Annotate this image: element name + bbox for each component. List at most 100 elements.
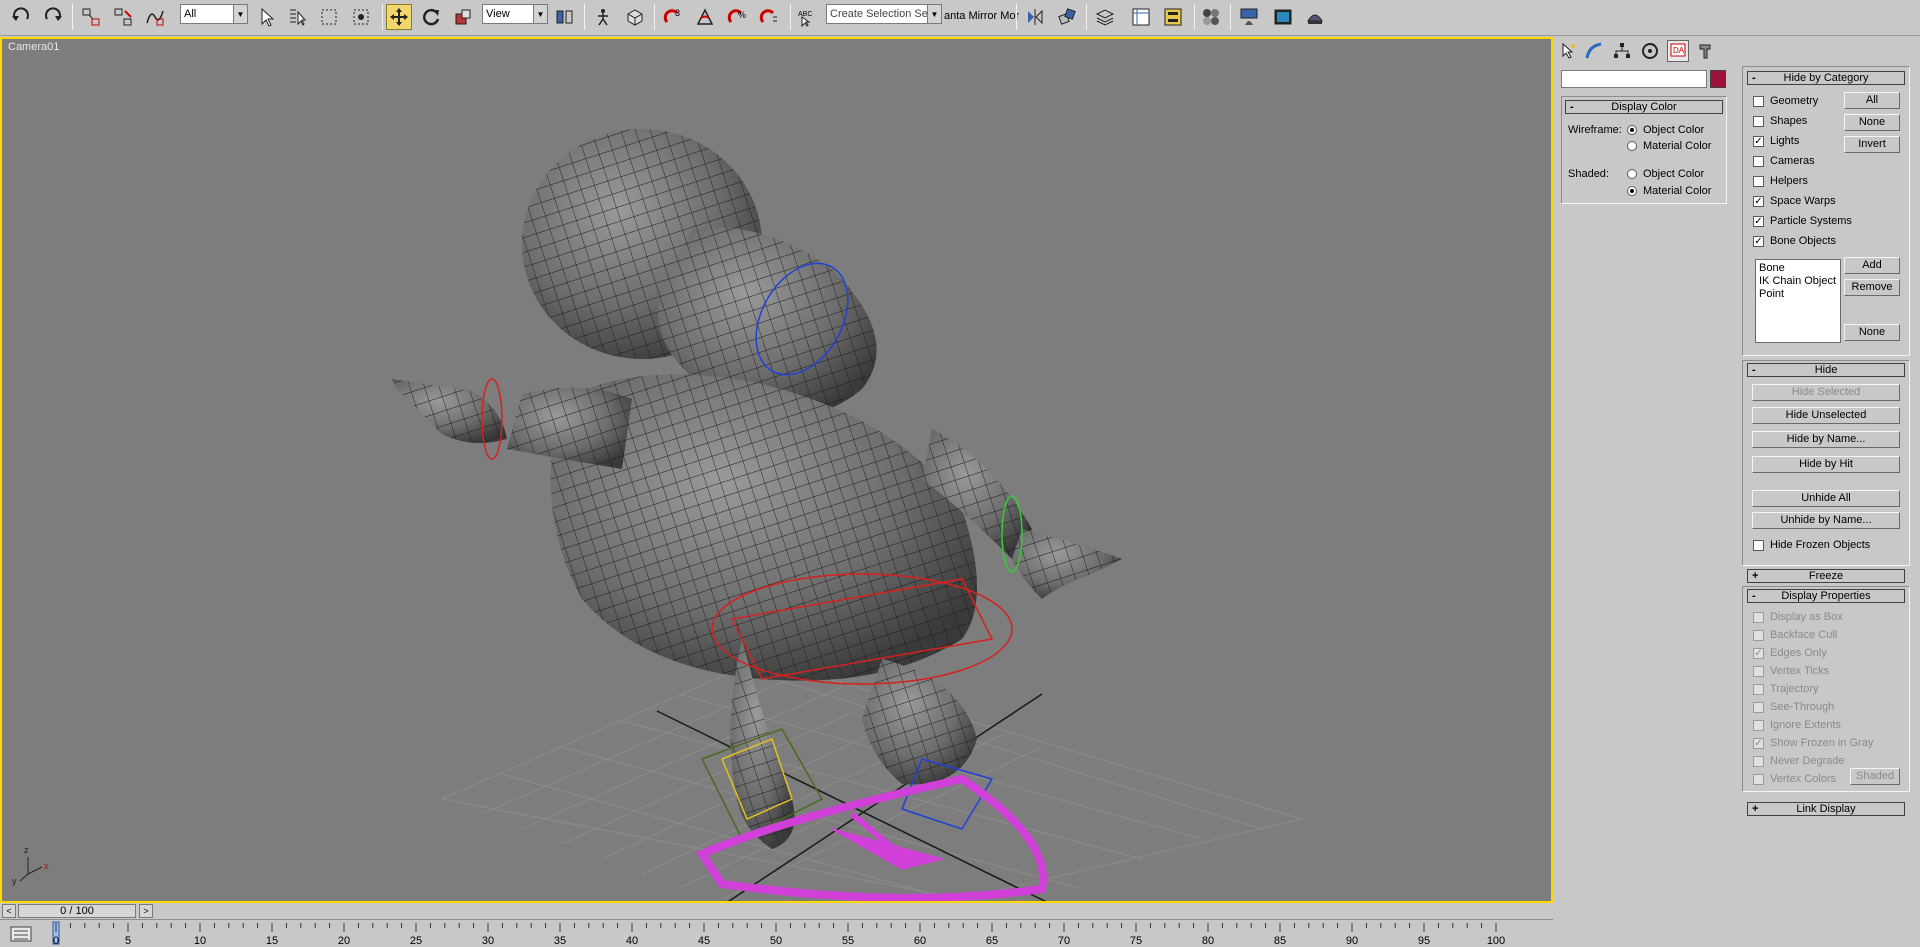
utilities-tab-icon[interactable] [1695,40,1717,62]
track-bar[interactable]: 0 5 10 15 20 25 30 35 40 45 50 55 60 65 70 75 80 85 90 95 10… [0,919,1553,947]
window-crossing-icon[interactable] [348,4,374,30]
hide-unselected-button[interactable]: Hide Unselected [1752,407,1900,424]
shaded-material-color-label[interactable]: Material Color [1643,185,1711,197]
list-item[interactable]: IK Chain Object [1759,275,1837,288]
rect-region-icon[interactable] [316,4,342,30]
category-checkbox[interactable]: ✓ [1753,196,1764,207]
wireframe-object-color-radio[interactable] [1627,125,1637,135]
hide-frozen-checkbox[interactable] [1753,540,1764,551]
reference-coordinate-dropdown[interactable]: View ▼ [482,4,548,24]
align-icon[interactable] [1054,4,1080,30]
category-label[interactable]: Bone Objects [1770,235,1836,247]
category-checkbox[interactable]: ✓ [1753,216,1764,227]
display-property-checkbox[interactable] [1753,756,1764,767]
display-property-checkbox[interactable] [1753,684,1764,695]
category-label[interactable]: Helpers [1770,175,1808,187]
display-tab-icon[interactable]: DA [1667,40,1689,62]
category-checkbox[interactable] [1753,96,1764,107]
shaded-material-color-radio[interactable] [1627,186,1637,196]
named-selection-icon[interactable]: ABC [794,4,820,30]
display-property-label[interactable]: Display as Box [1770,611,1843,623]
display-property-checkbox[interactable]: ✓ [1753,648,1764,659]
snap-3d-icon[interactable]: 3 [660,4,686,30]
display-property-label[interactable]: Vertex Ticks [1770,665,1829,677]
display-property-checkbox[interactable]: ✓ [1753,738,1764,749]
wireframe-material-color-label[interactable]: Material Color [1643,140,1711,152]
remove-button[interactable]: Remove [1844,279,1900,296]
hide-header[interactable]: - Hide [1747,363,1905,377]
select-by-name-icon[interactable] [284,4,310,30]
quick-render-icon[interactable] [1302,4,1328,30]
display-property-label[interactable]: See-Through [1770,701,1834,713]
motion-tab-icon[interactable] [1639,40,1661,62]
select-link-icon[interactable] [78,4,104,30]
selection-set-dropdown[interactable]: Create Selection Set ▼ [826,4,942,24]
display-property-label[interactable]: Never Degrade [1770,755,1845,767]
select-object-icon[interactable] [254,4,280,30]
next-frame-button[interactable]: > [139,904,153,918]
category-label[interactable]: Cameras [1770,155,1815,167]
display-property-checkbox[interactable] [1753,720,1764,731]
angle-snap-icon[interactable] [692,4,718,30]
all-button[interactable]: All [1844,92,1900,109]
invert-button[interactable]: Invert [1844,136,1900,153]
camera-viewport[interactable]: Camera01 z x y [0,37,1553,903]
display-property-label[interactable]: Backface Cull [1770,629,1837,641]
display-color-header[interactable]: - Display Color [1565,100,1723,114]
rotate-icon[interactable] [418,4,444,30]
object-color-swatch[interactable] [1710,70,1726,88]
schematic-view-icon[interactable] [1160,4,1186,30]
mirror-icon[interactable] [1022,4,1048,30]
material-editor-icon[interactable] [1198,4,1224,30]
display-property-label[interactable]: Vertex Colors [1770,773,1836,785]
list-item[interactable]: Bone [1759,262,1837,275]
category-label[interactable]: Lights [1770,135,1799,147]
hide-by-hit-button[interactable]: Hide by Hit [1752,456,1900,473]
category-label[interactable]: Geometry [1770,95,1818,107]
track-ruler[interactable]: 0 5 10 15 20 25 30 35 40 45 50 55 60 65 70 75 80 85 90 95 10… [40,920,1540,947]
category-checkbox[interactable] [1753,156,1764,167]
hide-by-category-header[interactable]: - Hide by Category [1747,71,1905,85]
move-icon[interactable] [386,4,412,30]
curve-editor-icon[interactable] [1128,4,1154,30]
category-checkbox[interactable] [1753,176,1764,187]
shaded-button[interactable]: Shaded [1850,768,1900,785]
hide-frozen-label[interactable]: Hide Frozen Objects [1770,539,1870,551]
display-property-label[interactable]: Edges Only [1770,647,1827,659]
hide-selected-button[interactable]: Hide Selected [1752,384,1900,401]
display-properties-header[interactable]: - Display Properties [1747,589,1905,603]
display-property-checkbox[interactable] [1753,774,1764,785]
category-listbox[interactable]: Bone IK Chain Object Point [1755,259,1841,343]
display-property-label[interactable]: Trajectory [1770,683,1819,695]
percent-snap-icon[interactable]: % [724,4,750,30]
list-none-button[interactable]: None [1844,324,1900,341]
selection-filter-dropdown[interactable]: All ▼ [180,4,248,24]
spinner-snap-icon[interactable] [756,4,782,30]
display-property-label[interactable]: Show Frozen in Gray [1770,737,1873,749]
category-checkbox[interactable] [1753,116,1764,127]
list-item[interactable]: Point [1759,288,1837,301]
keyboard-shortcut-icon[interactable] [622,4,648,30]
track-filter-icon[interactable] [10,925,32,943]
shaded-object-color-radio[interactable] [1627,169,1637,179]
category-label[interactable]: Particle Systems [1770,215,1852,227]
layer-manager-icon[interactable] [1092,4,1118,30]
hide-by-name-button[interactable]: Hide by Name... [1752,431,1900,448]
time-slider[interactable]: < 0 / 100 > [0,903,1553,919]
rendered-frame-icon[interactable] [1270,4,1296,30]
link-display-header[interactable]: + Link Display [1747,802,1905,816]
freeze-header[interactable]: + Freeze [1747,569,1905,583]
category-label[interactable]: Space Warps [1770,195,1836,207]
none-button[interactable]: None [1844,114,1900,131]
wireframe-material-color-radio[interactable] [1627,141,1637,151]
object-name-field[interactable] [1561,70,1707,88]
add-button[interactable]: Add [1844,257,1900,274]
display-property-checkbox[interactable] [1753,702,1764,713]
unhide-all-button[interactable]: Unhide All [1752,490,1900,507]
scale-icon[interactable] [450,4,476,30]
hierarchy-tab-icon[interactable] [1611,40,1633,62]
time-slider-thumb[interactable]: 0 / 100 [18,904,136,918]
create-tab-icon[interactable] [1557,40,1579,62]
wireframe-object-color-label[interactable]: Object Color [1643,124,1704,136]
display-property-checkbox[interactable] [1753,630,1764,641]
